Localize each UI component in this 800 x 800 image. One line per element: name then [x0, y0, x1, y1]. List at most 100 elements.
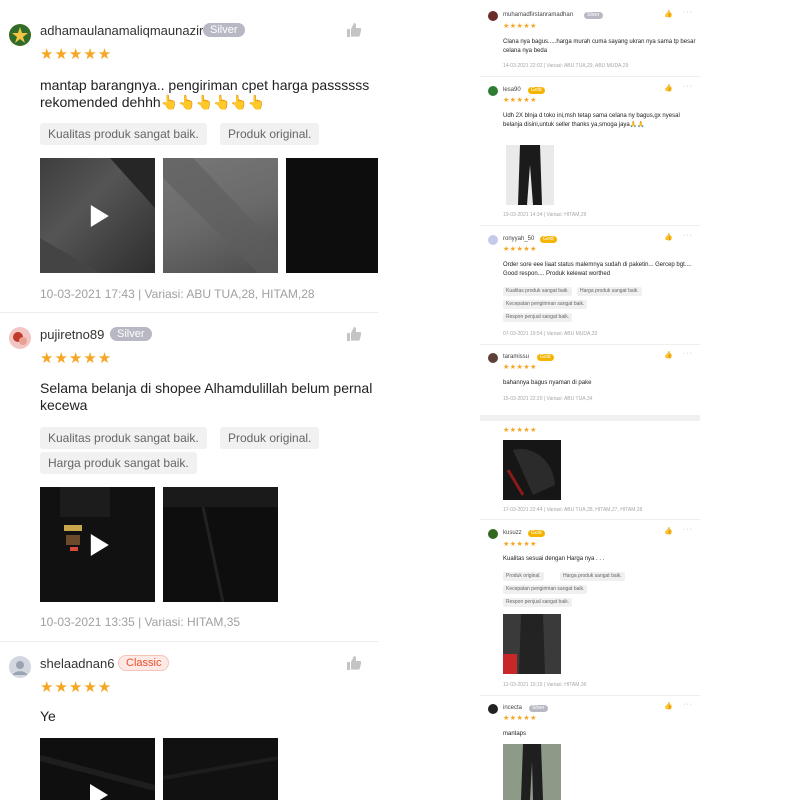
member-badge: Silver	[203, 23, 245, 37]
review-photo[interactable]	[506, 145, 554, 205]
divider	[480, 225, 700, 226]
star-rating: ★★★★★	[40, 350, 113, 367]
thumbs-up-icon[interactable]	[346, 655, 362, 671]
user-avatar[interactable]	[488, 86, 498, 96]
review-photo[interactable]	[163, 738, 278, 800]
review-meta: 12-03-2021 10:15 | Variasi: HITAM,36	[503, 682, 587, 688]
divider	[0, 641, 378, 642]
user-avatar[interactable]	[488, 235, 498, 245]
review-text-line: Ye	[40, 708, 56, 724]
review-video-thumbnail[interactable]	[40, 158, 155, 273]
user-avatar[interactable]	[488, 353, 498, 363]
review-video-thumbnail[interactable]	[40, 487, 155, 602]
review-meta: 07-03-2021 19:54 | Variasi: ABU MUDA,33	[503, 331, 598, 337]
review-photo[interactable]	[503, 440, 561, 500]
review-photo[interactable]	[163, 158, 278, 273]
thumbs-up-icon[interactable]: 👍	[664, 702, 673, 710]
review-video-thumbnail[interactable]	[40, 738, 155, 800]
star-rating: ★★★★★	[503, 23, 537, 30]
review-meta: 15-03-2021 22:20 | Variasi: ABU TUA,34	[503, 396, 593, 402]
play-icon[interactable]	[90, 204, 109, 227]
review-tag: Kecepatan pengiriman sangat baik.	[503, 300, 588, 309]
more-dots-icon[interactable]: ···	[683, 701, 693, 708]
member-badge: Gold	[528, 530, 545, 537]
section-separator	[480, 415, 700, 421]
review-text: mantaps	[503, 731, 527, 737]
thumbs-up-icon[interactable]: 👍	[664, 10, 673, 18]
more-dots-icon[interactable]: ···	[683, 9, 693, 16]
thumbs-up-icon[interactable]	[346, 22, 362, 38]
divider	[480, 76, 700, 77]
review-text: Kualitas sesuai dengan Harga nya . . .	[503, 556, 605, 562]
review-photo[interactable]	[163, 487, 278, 602]
review-list-small: muhamadfirstanramadhan Silver 👍 ··· ★★★★…	[480, 0, 700, 800]
user-avatar[interactable]	[9, 24, 31, 46]
divider	[0, 312, 378, 313]
divider	[480, 344, 700, 345]
review-text-line: kecewa	[40, 397, 88, 413]
star-rating: ★★★★★	[40, 679, 113, 696]
review-meta: 14-03-2021 22:02 | Variasi: ABU TUA,29, …	[503, 63, 629, 69]
user-avatar[interactable]	[488, 529, 498, 539]
reviewer-username[interactable]: kusuzz	[503, 530, 522, 536]
review-text: Udh 2X blnja d toko ini,msh tetap sama c…	[503, 113, 680, 128]
thumbs-up-icon[interactable]: 👍	[664, 84, 673, 92]
star-rating: ★★★★★	[503, 364, 537, 371]
review-meta: 19-03-2021 14:34 | Variasi: HITAM,29	[503, 212, 587, 218]
more-dots-icon[interactable]: ···	[683, 83, 693, 90]
thumbs-up-icon[interactable]	[346, 326, 362, 342]
more-dots-icon[interactable]: ···	[683, 526, 693, 533]
star-rating: ★★★★★	[503, 715, 537, 722]
user-avatar[interactable]	[488, 11, 498, 21]
review-tag: Respon penjual sangat baik.	[503, 598, 573, 607]
review-photo[interactable]	[286, 158, 378, 273]
review-meta: 10-03-2021 17:43 | Variasi: ABU TUA,28, …	[40, 287, 315, 301]
reviewer-username[interactable]: pujiretno89	[40, 327, 104, 342]
review-tag: Harga produk sangat baik.	[577, 287, 642, 296]
reviewer-username[interactable]: taramissu	[503, 354, 529, 360]
thumbs-up-icon[interactable]: 👍	[664, 351, 673, 359]
user-avatar[interactable]	[9, 656, 31, 678]
play-icon[interactable]	[90, 533, 109, 556]
review-photo[interactable]	[503, 614, 561, 674]
review-photo[interactable]	[503, 744, 561, 800]
reviewer-username[interactable]: incecta	[503, 705, 522, 711]
thumbs-up-icon[interactable]: 👍	[664, 233, 673, 241]
review-text-line: rekomended dehhh👆👆👆👆👆👆	[40, 94, 266, 110]
review-text-line: Selama belanja di shopee Alhamdulillah b…	[40, 380, 373, 396]
star-rating: ★★★★★	[503, 97, 537, 104]
more-dots-icon[interactable]: ···	[683, 232, 693, 239]
review-text: Clana nya bagus.....harga murah cuma say…	[503, 39, 696, 54]
review-tag: Harga produk sangat baik.	[560, 572, 625, 581]
star-rating: ★★★★★	[503, 246, 537, 253]
reviewer-username[interactable]: adhamaulanamaliqmaunazir	[40, 23, 203, 38]
thumbs-up-icon[interactable]: 👍	[664, 527, 673, 535]
review-tag: Kecepatan pengiriman sangat baik.	[503, 585, 588, 594]
user-avatar[interactable]	[9, 327, 31, 349]
member-badge: Silver	[529, 705, 548, 712]
reviewer-username[interactable]: shelaadnan6	[40, 656, 114, 671]
member-badge: Gold	[540, 236, 557, 243]
member-badge: Gold	[537, 354, 554, 361]
star-rating: ★★★★★	[40, 46, 113, 63]
review-tag: Kualitas produk sangat baik.	[40, 123, 207, 145]
reviewer-username[interactable]: lesa90	[503, 87, 521, 93]
review-tag: Kualitas produk sangat baik.	[503, 287, 572, 296]
review-tag: Produk original.	[220, 427, 320, 449]
play-icon[interactable]	[90, 784, 108, 800]
review-meta: 10-03-2021 13:35 | Variasi: HITAM,35	[40, 615, 241, 629]
review-meta: 17-03-2021 22:44 | Variasi: ABU TUA,28, …	[503, 507, 643, 513]
member-badge: Classic	[118, 655, 170, 671]
review-tag: Produk original.	[220, 123, 320, 145]
more-dots-icon[interactable]: ···	[683, 350, 693, 357]
review-tag: Respon penjual sangat baik.	[503, 313, 573, 322]
divider	[480, 519, 700, 520]
review-tag: Harga produk sangat baik.	[40, 452, 197, 474]
review-text: bahannya bagus nyaman di pake	[503, 380, 592, 386]
reviewer-username[interactable]: ronyyah_50	[503, 236, 534, 242]
star-rating: ★★★★★	[503, 541, 537, 548]
user-avatar[interactable]	[488, 704, 498, 714]
reviewer-username[interactable]: muhamadfirstanramadhan	[503, 12, 573, 18]
review-tag: Kualitas produk sangat baik.	[40, 427, 207, 449]
member-badge: Silver	[584, 12, 603, 19]
